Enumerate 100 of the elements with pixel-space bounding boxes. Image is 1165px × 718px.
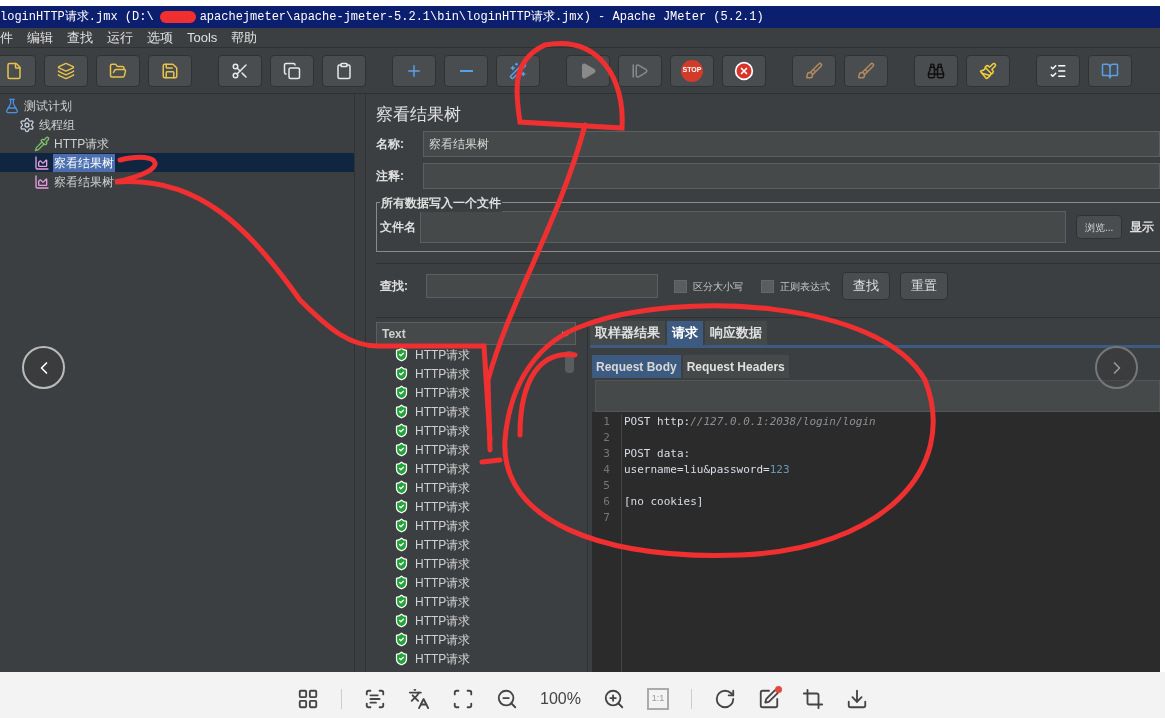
comment-field[interactable]: [423, 163, 1160, 189]
menu-item[interactable]: 编辑: [27, 27, 53, 48]
folder-button[interactable]: [96, 54, 140, 87]
sample-item[interactable]: HTTP请求: [415, 554, 471, 573]
clear-all-button[interactable]: [844, 54, 888, 87]
stack-icon: [57, 61, 75, 80]
menu-item[interactable]: 选项: [147, 27, 173, 48]
sample-item[interactable]: HTTP请求: [415, 421, 471, 440]
sample-item[interactable]: HTTP请求: [415, 592, 471, 611]
next-button[interactable]: [1095, 346, 1138, 389]
sample-item[interactable]: HTTP请求: [415, 497, 471, 516]
scrollbar-thumb[interactable]: [565, 351, 574, 373]
sample-item[interactable]: HTTP请求: [415, 345, 471, 364]
shield-check-icon: [394, 480, 409, 495]
shutdown-button[interactable]: [722, 54, 766, 87]
shield-check-icon: [394, 518, 409, 533]
sample-item[interactable]: HTTP请求: [415, 383, 471, 402]
tab[interactable]: 取样器结果: [590, 321, 665, 345]
sample-item[interactable]: HTTP请求: [415, 573, 471, 592]
tab[interactable]: 响应数据: [705, 321, 767, 345]
field-label: 名称:: [376, 136, 405, 153]
code-line: POST http://127.0.0.1:2038/login/login: [624, 414, 876, 430]
sample-item[interactable]: HTTP请求: [415, 459, 471, 478]
pipette-icon: [34, 135, 50, 152]
browse-button[interactable]: 浏览...: [1076, 215, 1123, 239]
copy-button[interactable]: [270, 54, 314, 87]
chart-icon: [34, 154, 50, 171]
clear-button[interactable]: [792, 54, 836, 87]
tree-item[interactable]: 线程组: [38, 115, 76, 134]
name-field[interactable]: 察看结果树: [423, 131, 1160, 157]
copy-icon: [283, 61, 301, 80]
zoom-in-icon[interactable]: [602, 688, 625, 710]
download-icon[interactable]: [845, 688, 868, 710]
menu-item[interactable]: 运行: [107, 27, 133, 48]
field-label: 注释:: [376, 168, 405, 185]
find-button[interactable]: 查找: [842, 272, 890, 300]
shield-check-icon: [394, 385, 409, 400]
clipboard-icon: [335, 61, 353, 80]
menu-item[interactable]: Tools: [187, 27, 218, 48]
line-number: 6: [603, 494, 610, 510]
reset-search-button[interactable]: [966, 54, 1010, 87]
shield-check-icon: [394, 575, 409, 590]
start-no-pauses-button[interactable]: [618, 54, 662, 87]
shield-check-icon: [394, 423, 409, 438]
menu-item[interactable]: 查找: [67, 27, 93, 48]
sample-item[interactable]: HTTP请求: [415, 535, 471, 554]
field-label: 文件名: [380, 219, 416, 236]
sample-item[interactable]: HTTP请求: [415, 364, 471, 383]
tab[interactable]: 请求: [667, 321, 703, 345]
line-number: 4: [603, 462, 610, 478]
start-button[interactable]: [566, 54, 610, 87]
save-icon: [161, 61, 179, 80]
zoom-out-icon[interactable]: [496, 688, 519, 710]
save-button[interactable]: [148, 54, 192, 87]
scissors-button[interactable]: [218, 54, 262, 87]
tree-item[interactable]: 测试计划: [23, 96, 73, 115]
stack-button[interactable]: [44, 54, 88, 87]
checkbox[interactable]: [674, 279, 687, 293]
search-field[interactable]: [426, 274, 658, 298]
line-number: 1: [603, 414, 610, 430]
crop-icon[interactable]: [801, 688, 824, 710]
filename-field[interactable]: [420, 211, 1066, 243]
expand-button[interactable]: [392, 54, 436, 87]
sample-item[interactable]: HTTP请求: [415, 478, 471, 497]
layout-icon[interactable]: [297, 688, 320, 710]
sample-item[interactable]: HTTP请求: [415, 630, 471, 649]
shield-check-icon: [394, 499, 409, 514]
tree-item[interactable]: 察看结果树: [53, 172, 115, 191]
tab[interactable]: Request Headers: [682, 355, 789, 378]
clipboard-button[interactable]: [322, 54, 366, 87]
menu-item[interactable]: 帮助: [231, 27, 258, 48]
help-button[interactable]: [1088, 54, 1132, 87]
checkbox-label: 正则表达式: [780, 279, 830, 294]
sample-item[interactable]: HTTP请求: [415, 611, 471, 630]
sample-item[interactable]: HTTP请求: [415, 402, 471, 421]
reset-button[interactable]: 重置: [900, 272, 948, 300]
scan-text-icon[interactable]: [364, 688, 387, 710]
checkbox[interactable]: [761, 279, 774, 293]
gear-icon: [19, 116, 35, 133]
sample-item[interactable]: HTTP请求: [415, 440, 471, 459]
sample-item[interactable]: HTTP请求: [415, 516, 471, 535]
edit-icon[interactable]: [757, 688, 780, 710]
rotate-icon[interactable]: [713, 688, 736, 710]
document-button[interactable]: [0, 54, 36, 87]
display-label: 显示: [1130, 219, 1155, 236]
shield-check-icon: [394, 537, 409, 552]
field-label: 查找:: [380, 278, 409, 295]
help-book-icon: [1101, 61, 1119, 80]
translate-icon[interactable]: [408, 688, 431, 710]
tree-item[interactable]: 察看结果树: [53, 153, 115, 172]
line-number: 7: [603, 510, 610, 526]
previous-button[interactable]: [22, 346, 65, 389]
fit-screen-icon[interactable]: [452, 688, 475, 710]
log-button[interactable]: [1036, 54, 1080, 87]
menu-item[interactable]: 件: [0, 27, 13, 48]
broom-icon: [979, 61, 997, 80]
sample-item[interactable]: HTTP请求: [415, 649, 471, 668]
line-number: 3: [603, 446, 610, 462]
tab[interactable]: Request Body: [592, 355, 681, 378]
tree-item[interactable]: HTTP请求: [53, 134, 111, 153]
